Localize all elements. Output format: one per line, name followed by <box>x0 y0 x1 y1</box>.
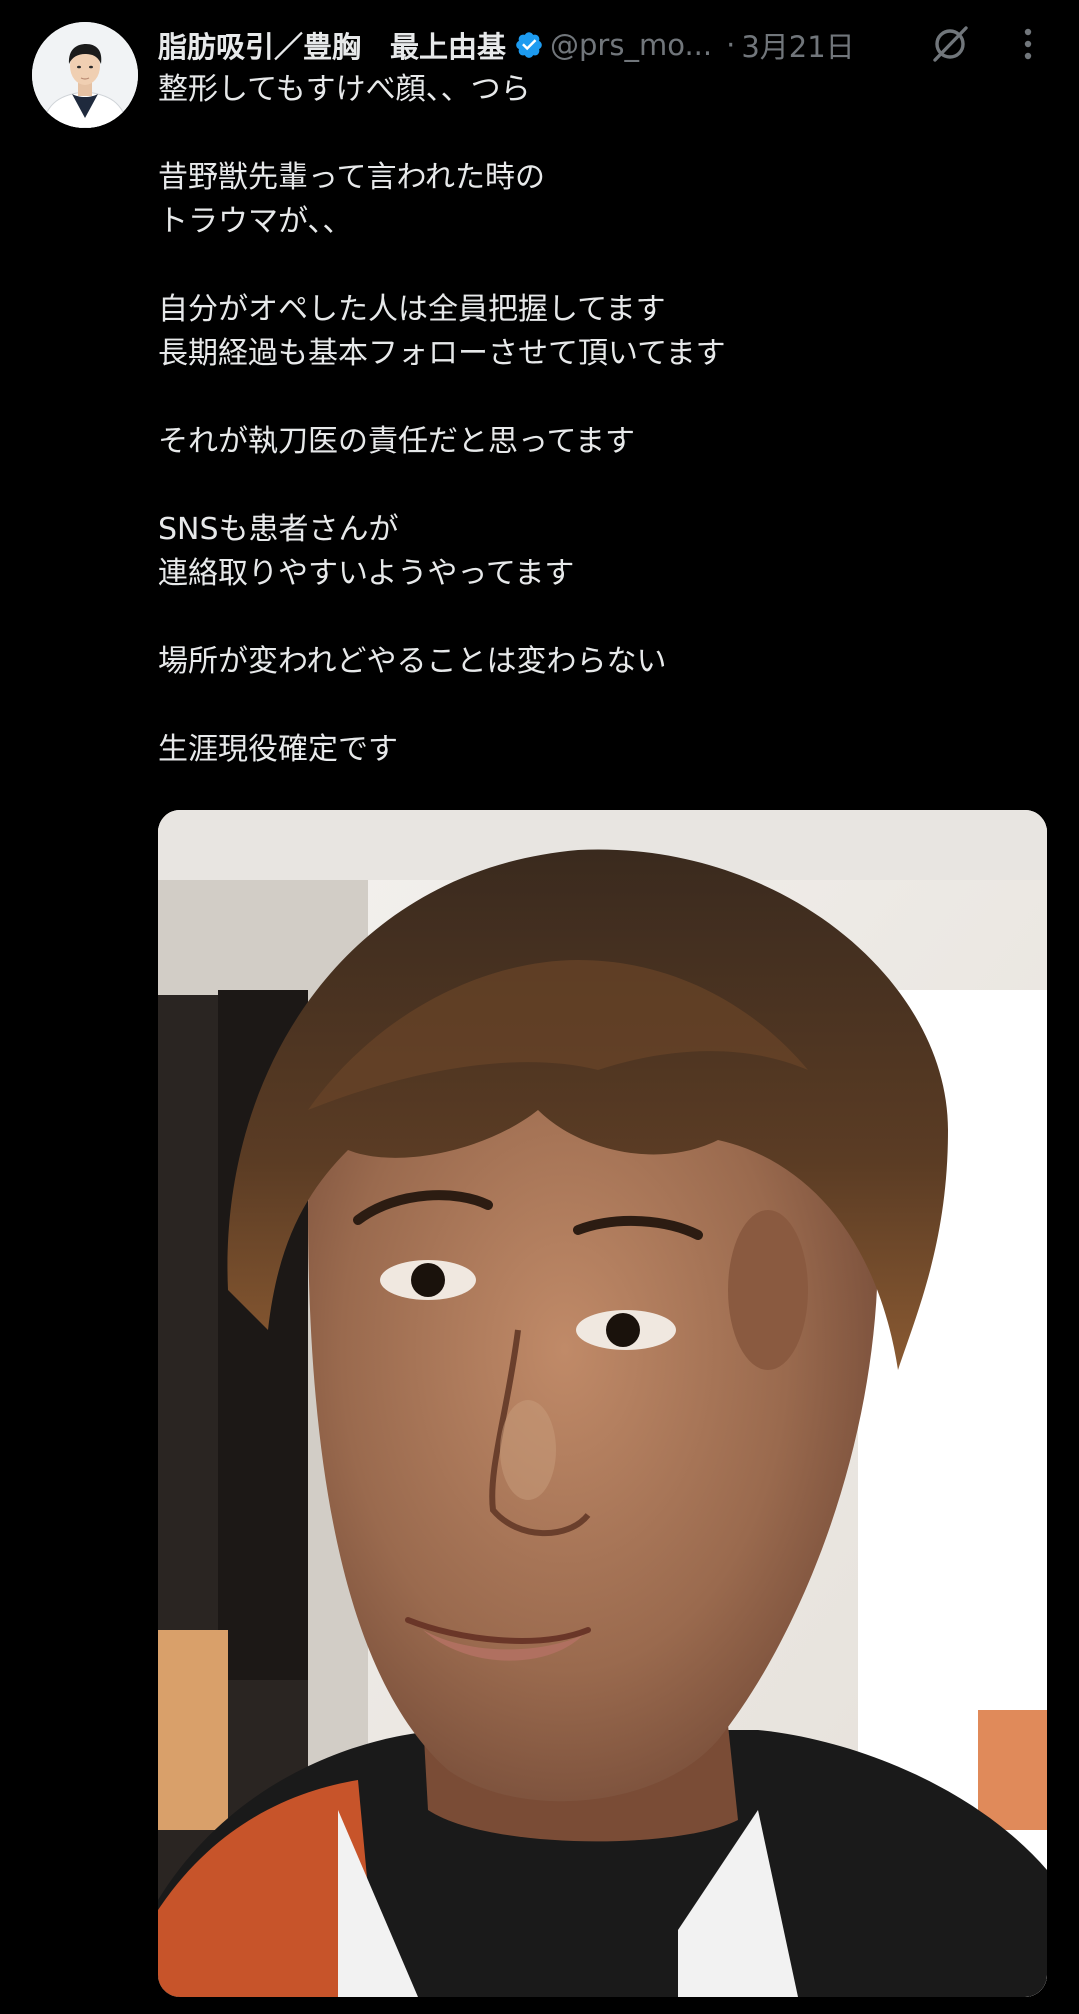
selfie-photo <box>158 810 1047 1997</box>
tweet-line-gap <box>158 596 1048 640</box>
tweet-line: 連絡取りやすいようやってます <box>158 556 575 591</box>
tweet-line: 整形してもすけべ顔、、つら <box>158 72 531 107</box>
tweet-text: 整形してもすけべ顔、、つら 昔野獣先輩って言われた時の トラウマが、、 自分がオ… <box>158 68 1048 772</box>
tweet-header: 脂肪吸引／豊胸 最上由基 @prs_mo... · 3月21日 <box>158 20 1058 70</box>
tweet-line: 場所が変われどやることは変わらない <box>158 644 667 679</box>
tweet-line-gap <box>158 464 1048 508</box>
tweet-line-gap <box>158 376 1048 420</box>
tweet-line: 昔野獣先輩って言われた時の <box>158 160 545 195</box>
tweet-media-photo[interactable] <box>158 810 1047 1997</box>
tweet-line: SNSも患者さんが <box>158 512 399 547</box>
verified-badge-icon <box>516 32 542 58</box>
tweet-timestamp[interactable]: 3月21日 <box>741 24 854 66</box>
author-avatar[interactable] <box>32 22 138 128</box>
doctor-avatar-icon <box>32 22 138 128</box>
header-separator: · <box>726 28 736 62</box>
tweet-line-gap <box>158 112 1048 156</box>
tweet-line: 生涯現役確定です <box>158 732 398 767</box>
tweet-line: それが執刀医の責任だと思ってます <box>158 424 635 459</box>
more-dots-icon[interactable] <box>1010 22 1046 66</box>
tweet-line: 長期経過も基本フォローさせて頂いてます <box>158 336 726 371</box>
tweet-line-gap <box>158 244 1048 288</box>
author-display-name[interactable]: 脂肪吸引／豊胸 最上由基 <box>158 24 506 66</box>
author-handle[interactable]: @prs_mo... <box>550 28 712 62</box>
grok-icon[interactable] <box>926 20 974 68</box>
tweet-line: 自分がオペした人は全員把握してます <box>158 292 666 327</box>
tweet-line-gap <box>158 684 1048 728</box>
tweet-line: トラウマが、、 <box>158 204 353 239</box>
